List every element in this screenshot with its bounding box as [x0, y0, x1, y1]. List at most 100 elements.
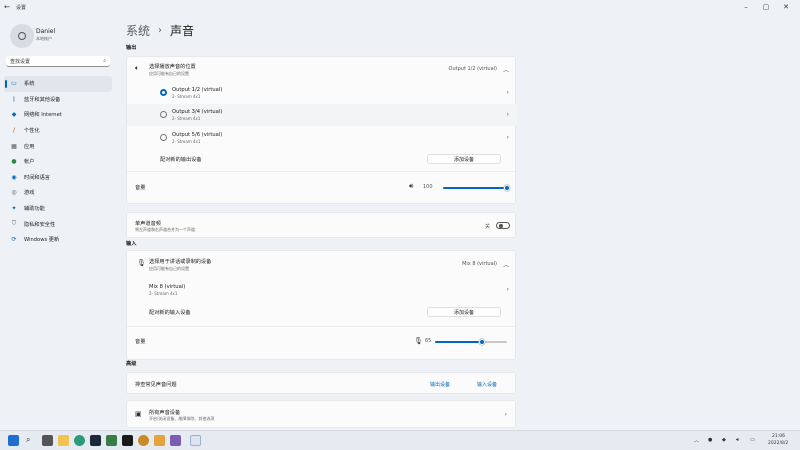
sidebar-item-network[interactable]: ◆ 网络和 Internet: [4, 107, 112, 123]
clock-date[interactable]: 2022/8/2: [768, 441, 788, 446]
mono-audio-card: 单声道音频 将左声道和右声道合并为一个声道 关: [126, 212, 516, 238]
search-value: 查找设置: [10, 58, 31, 65]
slider-thumb[interactable]: [478, 339, 485, 345]
maximize-button[interactable]: ▢: [756, 0, 776, 14]
minimize-button[interactable]: –: [736, 0, 756, 14]
input-device-row[interactable]: Mix 8 (virtual) 2- Stream 4x1 ›: [127, 279, 517, 301]
search-input[interactable]: 查找设置 ⌕: [6, 56, 110, 67]
add-output-device-button[interactable]: 添加设备: [427, 154, 501, 164]
clock-time[interactable]: 21:06: [772, 434, 785, 439]
all-sound-devices-card[interactable]: ▣ 所有声音设备 开启/关闭设备、故障排除、其他选项 ›: [126, 400, 516, 428]
sidebar-item-label: 辅助功能: [24, 206, 45, 213]
sidebar-nav: ▭ 系统 ᛒ 蓝牙和其他设备 ◆ 网络和 Internet / 个性化 ▦ 应用…: [4, 76, 112, 248]
app-icon[interactable]: [154, 435, 165, 446]
breadcrumb-separator: ›: [158, 25, 163, 36]
app-icon[interactable]: [138, 435, 149, 446]
chevron-right-icon[interactable]: ›: [507, 89, 509, 96]
chevron-right-icon[interactable]: ›: [507, 286, 509, 293]
sidebar-item-time-language[interactable]: ◉ 时间和语言: [4, 170, 112, 186]
chevron-up-icon[interactable]: ︿: [503, 260, 509, 269]
chevron-up-icon[interactable]: ︿: [503, 65, 509, 74]
main-content: 系统 › 声音 输出 🔈︎ 选择播放声音的位置 应用可能有自己的设置 Outpu…: [116, 14, 800, 430]
sidebar-item-privacy[interactable]: ⛉ 隐私和安全性: [4, 216, 112, 232]
sidebar-item-accessibility[interactable]: ✦ 辅助功能: [4, 201, 112, 217]
task-view-icon[interactable]: [42, 435, 53, 446]
sidebar-item-label: Windows 更新: [24, 237, 60, 244]
search-icon[interactable]: ⌕: [103, 58, 106, 64]
mono-audio-toggle[interactable]: [496, 222, 510, 229]
output-volume-slider[interactable]: [443, 185, 510, 191]
sidebar-item-label: 游戏: [24, 190, 35, 197]
tray-icon[interactable]: ●: [708, 437, 712, 443]
radio-unselected[interactable]: [160, 134, 167, 141]
output-device-row[interactable]: Output 5/6 (virtual) 2- Stream 4x1 ›: [127, 127, 517, 149]
slider-thumb[interactable]: [504, 185, 510, 191]
sidebar-item-gaming[interactable]: ◎ 游戏: [4, 185, 112, 201]
troubleshoot-output-link[interactable]: 输出设备: [430, 381, 450, 388]
back-arrow-icon[interactable]: ←: [0, 3, 14, 11]
chevron-right-icon[interactable]: ›: [505, 411, 507, 418]
sidebar-item-label: 网络和 Internet: [24, 112, 62, 119]
pair-output-row: 配对新的输出设备 添加设备: [127, 150, 517, 168]
start-icon[interactable]: [8, 435, 19, 446]
settings-icon[interactable]: [190, 435, 201, 446]
shield-icon: ⛉: [11, 220, 17, 228]
add-input-device-button[interactable]: 添加设备: [427, 307, 501, 317]
input-volume-row: 音量 🎙︎ 65: [127, 329, 517, 359]
file-explorer-icon[interactable]: [58, 435, 69, 446]
output-device-row[interactable]: Output 3/4 (virtual) 2- Stream 4x1 ›: [127, 104, 517, 126]
wifi-icon[interactable]: ◆: [722, 437, 726, 443]
close-button[interactable]: ✕: [776, 0, 796, 14]
slider-fill: [435, 341, 482, 343]
troubleshoot-input-link[interactable]: 输入设备: [477, 381, 497, 388]
output-volume-label: 音量: [135, 185, 146, 191]
apps-icon: ▦: [11, 142, 17, 150]
input-card: 🎙︎ 选择用于讲话或录制的设备 应用可能有自己的设置 Mix 8 (virtua…: [126, 250, 517, 360]
output-card: 🔈︎ 选择播放声音的位置 应用可能有自己的设置 Output 1/2 (virt…: [126, 56, 517, 204]
section-input: 输入: [126, 241, 137, 247]
pair-output-label: 配对新的输出设备: [160, 157, 202, 163]
chevron-up-icon[interactable]: ︿: [694, 437, 699, 444]
device-sub: 2- Stream 4x1: [172, 94, 201, 99]
edge-icon[interactable]: [74, 435, 85, 446]
battery-icon[interactable]: ▭: [750, 437, 755, 443]
microphone-icon: 🎙︎: [137, 259, 146, 267]
microphone-volume-icon[interactable]: 🎙︎: [414, 337, 423, 345]
chevron-right-icon[interactable]: ›: [507, 134, 509, 141]
sidebar-item-accounts[interactable]: ● 帐户: [4, 154, 112, 170]
breadcrumb-parent[interactable]: 系统: [126, 22, 150, 39]
output-device-selector[interactable]: 🔈︎ 选择播放声音的位置 应用可能有自己的设置 Output 1/2 (virt…: [127, 57, 517, 81]
input-device-selector[interactable]: 🎙︎ 选择用于讲话或录制的设备 应用可能有自己的设置 Mix 8 (virtua…: [127, 251, 517, 277]
input-header-title: 选择用于讲话或录制的设备: [149, 259, 212, 265]
sidebar-item-bluetooth[interactable]: ᛒ 蓝牙和其他设备: [4, 92, 112, 108]
app-icon[interactable]: [122, 435, 133, 446]
sidebar-item-system[interactable]: ▭ 系统: [4, 76, 112, 92]
input-volume-slider[interactable]: [435, 339, 507, 345]
pair-input-row: 配对新的输入设备 添加设备: [127, 302, 517, 322]
device-name: Output 1/2 (virtual): [172, 87, 223, 93]
accessibility-icon: ✦: [11, 205, 17, 213]
minecraft-icon[interactable]: [106, 435, 117, 446]
radio-unselected[interactable]: [160, 111, 167, 118]
app-icon[interactable]: [170, 435, 181, 446]
radio-selected[interactable]: [160, 89, 167, 96]
output-device-row[interactable]: Output 1/2 (virtual) 2- Stream 4x1 ›: [127, 82, 517, 104]
sidebar-item-personalization[interactable]: / 个性化: [4, 123, 112, 139]
speaker-volume-icon[interactable]: 🔊︎: [409, 182, 413, 191]
device-name: Mix 8 (virtual): [149, 284, 186, 290]
volume-icon[interactable]: 🔊︎: [736, 437, 739, 443]
chevron-right-icon[interactable]: ›: [507, 111, 509, 118]
avatar: [10, 24, 34, 48]
sidebar-item-apps[interactable]: ▦ 应用: [4, 138, 112, 154]
device-sub: 2- Stream 4x1: [172, 139, 201, 144]
output-selected-value: Output 1/2 (virtual): [448, 66, 497, 72]
user-account-type: 本地帐户: [36, 36, 52, 41]
speaker-icon: 🔈︎: [135, 64, 140, 72]
system-icon: ▭: [11, 80, 17, 88]
update-icon: ⟳: [11, 236, 17, 244]
steam-icon[interactable]: [90, 435, 101, 446]
sidebar-item-windows-update[interactable]: ⟳ Windows 更新: [4, 232, 112, 248]
search-icon[interactable]: ⌕: [26, 435, 37, 446]
brush-icon: /: [12, 127, 16, 135]
section-advanced: 高级: [126, 361, 137, 367]
